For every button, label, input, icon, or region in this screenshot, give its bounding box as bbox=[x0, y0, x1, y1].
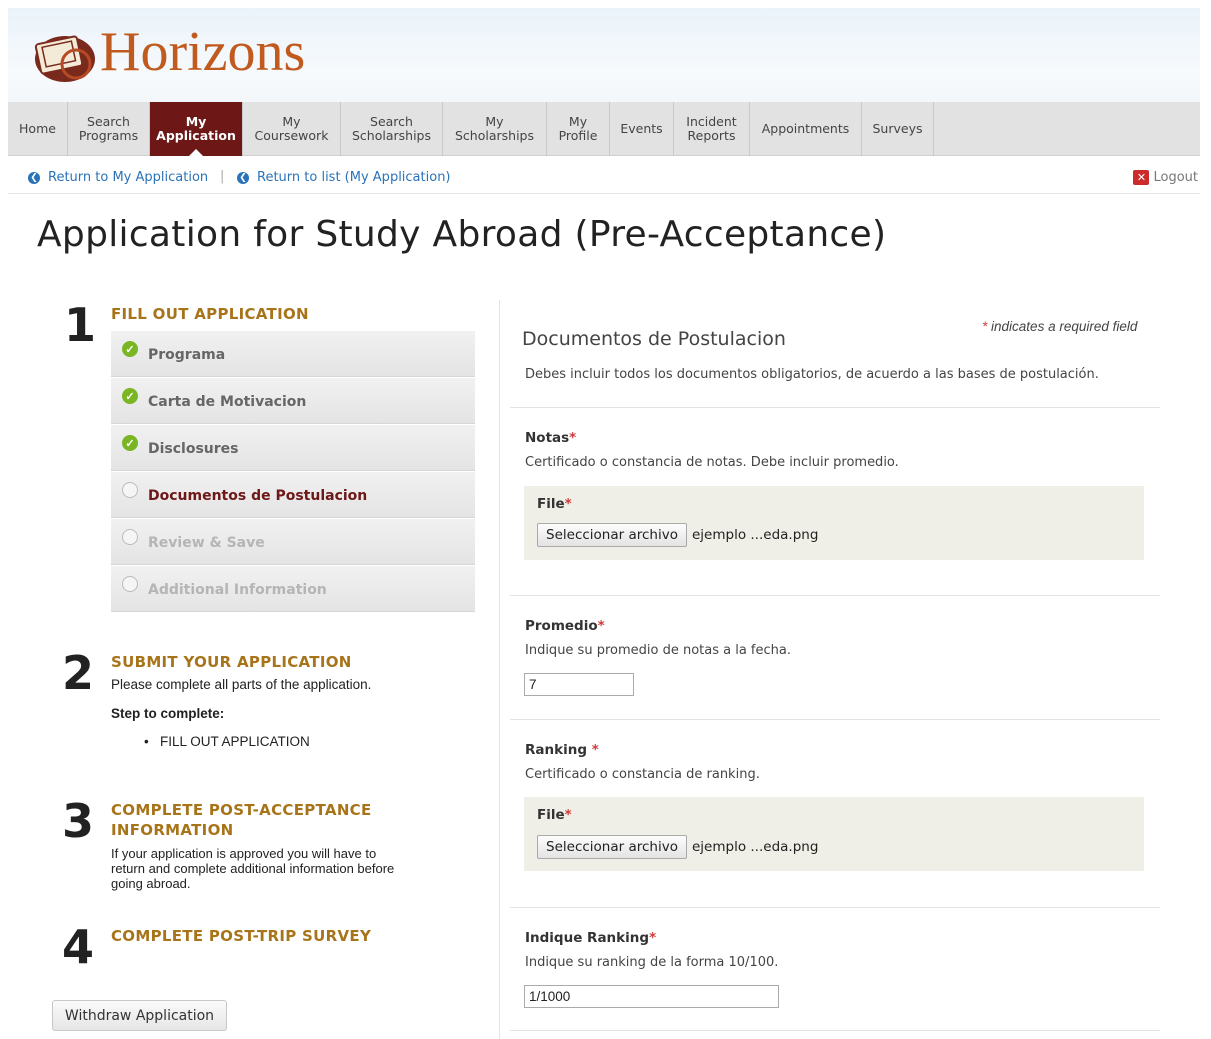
brand-logo[interactable]: Horizons bbox=[100, 20, 305, 84]
promedio-input[interactable]: 7 bbox=[524, 673, 634, 696]
step-2-bullet-marker: • bbox=[144, 734, 149, 749]
logout-link[interactable]: ✕ Logout bbox=[1133, 170, 1198, 185]
step-2-text: Please complete all parts of the applica… bbox=[111, 677, 372, 692]
ranking-choose-file-button[interactable]: Seleccionar archivo bbox=[537, 835, 687, 859]
section-label: Documentos de Postulacion bbox=[148, 488, 368, 504]
step-3-text-line-2: return and complete additional informati… bbox=[111, 861, 395, 876]
step-1-number: 1 bbox=[64, 298, 97, 352]
ranking-file-name: ejemplo ...eda.png bbox=[692, 839, 819, 855]
section-item-carta-de-motivacion[interactable]: ✓ Carta de Motivacion bbox=[111, 377, 475, 424]
required-star: * bbox=[982, 319, 988, 334]
promedio-label: Promedio* bbox=[525, 618, 605, 634]
section-label: Disclosures bbox=[148, 441, 239, 457]
form-section-title: Documentos de Postulacion bbox=[522, 328, 786, 350]
notas-file-label: File* bbox=[537, 496, 572, 512]
return-to-application-link[interactable]: ❮ Return to My Application bbox=[28, 170, 208, 185]
passport-logo-icon bbox=[34, 35, 95, 82]
check-circle-icon: ✓ bbox=[122, 435, 138, 451]
check-circle-icon: ✓ bbox=[122, 341, 138, 357]
step-3-title-line-2: INFORMATION bbox=[111, 821, 234, 839]
step-2-subheading: Step to complete: bbox=[111, 706, 225, 721]
back-arrow-icon: ❮ bbox=[237, 171, 249, 184]
nav-surveys[interactable]: Surveys bbox=[862, 102, 934, 156]
step-3-title-line-1: COMPLETE POST-ACCEPTANCE bbox=[111, 801, 372, 819]
step-1-title: FILL OUT APPLICATION bbox=[111, 305, 309, 323]
empty-circle-icon bbox=[122, 482, 138, 498]
ranking-label: Ranking * bbox=[525, 742, 599, 758]
empty-circle-icon bbox=[122, 529, 138, 545]
section-item-disclosures[interactable]: ✓ Disclosures bbox=[111, 424, 475, 471]
divider bbox=[510, 1030, 1160, 1031]
application-sections-list: ✓ Programa ✓ Carta de Motivacion ✓ Discl… bbox=[111, 330, 475, 612]
ranking-file-box: File* Seleccionar archivo ejemplo ...eda… bbox=[524, 797, 1144, 871]
return-to-list-label: Return to list (My Application) bbox=[257, 170, 451, 185]
main-nav: Home Search Programs My Application My C… bbox=[8, 102, 1200, 156]
section-item-programa[interactable]: ✓ Programa bbox=[111, 330, 475, 377]
notas-choose-file-button[interactable]: Seleccionar archivo bbox=[537, 523, 687, 547]
required-field-note: * indicates a required field bbox=[982, 319, 1137, 334]
step-2-title: SUBMIT YOUR APPLICATION bbox=[111, 653, 352, 671]
step-4-title: COMPLETE POST-TRIP SURVEY bbox=[111, 927, 372, 945]
divider bbox=[510, 719, 1160, 720]
section-item-additional-information: Additional Information bbox=[111, 565, 475, 612]
step-3-number: 3 bbox=[62, 794, 95, 848]
divider bbox=[510, 407, 1160, 408]
indique-ranking-label: Indique Ranking* bbox=[525, 930, 657, 946]
nav-my-scholarships[interactable]: My Scholarships bbox=[443, 102, 547, 156]
nav-my-coursework[interactable]: My Coursework bbox=[243, 102, 341, 156]
section-label: Programa bbox=[148, 347, 226, 363]
nav-search-programs[interactable]: Search Programs bbox=[68, 102, 150, 156]
step-2-bullet: FILL OUT APPLICATION bbox=[160, 734, 310, 749]
divider bbox=[510, 595, 1160, 596]
check-circle-icon: ✓ bbox=[122, 388, 138, 404]
empty-circle-icon bbox=[122, 576, 138, 592]
withdraw-application-button[interactable]: Withdraw Application bbox=[52, 1000, 227, 1031]
page-title: Application for Study Abroad (Pre-Accept… bbox=[37, 214, 887, 255]
nav-my-profile[interactable]: My Profile bbox=[547, 102, 610, 156]
indique-ranking-input[interactable]: 1/1000 bbox=[524, 985, 779, 1008]
section-item-review-save: Review & Save bbox=[111, 518, 475, 565]
nav-search-scholarships[interactable]: Search Scholarships bbox=[341, 102, 443, 156]
return-to-application-label: Return to My Application bbox=[48, 170, 209, 185]
link-separator: | bbox=[220, 169, 225, 184]
nav-my-application[interactable]: My Application bbox=[150, 102, 243, 156]
sub-nav: ❮ Return to My Application | ❮ Return to… bbox=[8, 162, 1200, 194]
ranking-description: Certificado o constancia de ranking. bbox=[525, 767, 760, 782]
section-label: Additional Information bbox=[148, 582, 327, 598]
step-4-number: 4 bbox=[62, 920, 95, 974]
form-section-description: Debes incluir todos los documentos oblig… bbox=[525, 367, 1099, 382]
section-label: Carta de Motivacion bbox=[148, 394, 307, 410]
divider bbox=[510, 907, 1160, 908]
ranking-file-label: File* bbox=[537, 807, 572, 823]
notas-file-box: File* Seleccionar archivo ejemplo ...eda… bbox=[524, 486, 1144, 560]
notas-description: Certificado o constancia de notas. Debe … bbox=[525, 455, 899, 470]
logout-icon: ✕ bbox=[1133, 170, 1150, 185]
step-2-number: 2 bbox=[62, 646, 95, 700]
promedio-description: Indique su promedio de notas a la fecha. bbox=[525, 643, 791, 658]
return-to-list-link[interactable]: ❮ Return to list (My Application) bbox=[237, 170, 451, 185]
indique-ranking-description: Indique su ranking de la forma 10/100. bbox=[525, 955, 779, 970]
section-item-documentos-de-postulacion[interactable]: Documentos de Postulacion bbox=[111, 471, 475, 518]
nav-home[interactable]: Home bbox=[8, 102, 68, 156]
section-label: Review & Save bbox=[148, 535, 265, 551]
back-arrow-icon: ❮ bbox=[28, 171, 40, 184]
required-note-text: indicates a required field bbox=[991, 319, 1138, 334]
nav-appointments[interactable]: Appointments bbox=[750, 102, 862, 156]
logout-label: Logout bbox=[1153, 170, 1198, 185]
notas-file-name: ejemplo ...eda.png bbox=[692, 527, 819, 543]
nav-incident-reports[interactable]: Incident Reports bbox=[674, 102, 750, 156]
notas-label: Notas* bbox=[525, 430, 577, 446]
site-header: Horizons bbox=[8, 8, 1200, 102]
column-divider bbox=[499, 300, 500, 1039]
step-3-text-line-3: going abroad. bbox=[111, 876, 191, 891]
step-3-text-line-1: If your application is approved you will… bbox=[111, 846, 377, 861]
nav-events[interactable]: Events bbox=[610, 102, 674, 156]
